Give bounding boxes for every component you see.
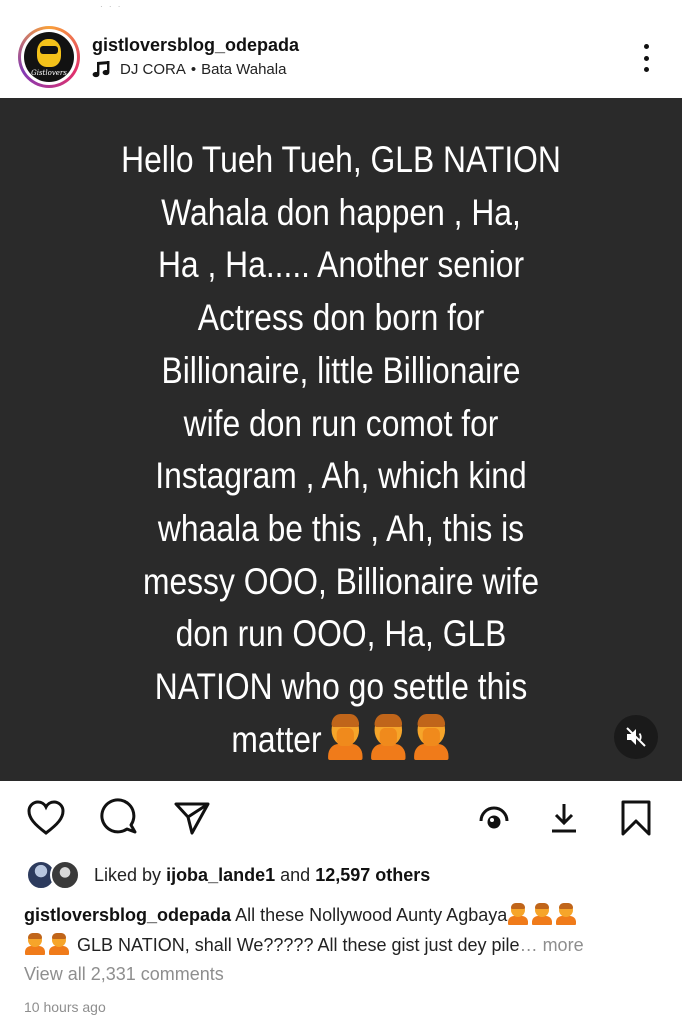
music-info[interactable]: DJ CORA • Bata Wahala: [92, 60, 286, 78]
speaker-muted-icon: [626, 727, 646, 747]
facepalm-emoji: [531, 903, 553, 925]
post-text-body: Hello Tueh Tueh, GLB NATION Wahala don h…: [121, 139, 561, 760]
facepalm-emoji: [327, 713, 365, 760]
story-ring[interactable]: Gistlovers: [18, 26, 80, 88]
facepalm-emoji: [413, 713, 451, 760]
caption-more-link[interactable]: … more: [520, 935, 584, 955]
post-caption: gistloversblog_odepada All these Nollywo…: [24, 900, 664, 960]
liker-avatars: [26, 858, 84, 892]
facepalm-emoji: [48, 933, 70, 955]
bookmark-icon[interactable]: [614, 796, 658, 840]
avatar-image: Gistlovers: [24, 32, 74, 82]
view-comments-link[interactable]: View all 2,331 comments: [24, 964, 224, 985]
likes-count[interactable]: 12,597 others: [315, 865, 430, 885]
more-dot: [643, 44, 649, 49]
avatar[interactable]: Gistlovers: [21, 29, 77, 85]
facepalm-emoji: [24, 933, 46, 955]
post-username[interactable]: gistloversblog_odepada: [92, 35, 299, 56]
download-icon[interactable]: [542, 796, 586, 840]
mute-icon[interactable]: [614, 715, 658, 759]
likes-middle: and: [280, 864, 311, 885]
liker-avatar: [50, 860, 80, 890]
caption-text-1: All these Nollywood Aunty Agbaya: [235, 905, 508, 925]
music-artist: DJ CORA: [120, 60, 186, 78]
avatar-brand: Gistlovers: [31, 69, 67, 77]
post-text: Hello Tueh Tueh, GLB NATION Wahala don h…: [48, 134, 635, 766]
more-dot: [643, 67, 649, 72]
post-header: Gistlovers gistloversblog_odepada DJ COR…: [0, 22, 682, 98]
more-dot: [643, 55, 649, 61]
heart-icon[interactable]: [24, 796, 68, 840]
facepalm-emoji: [555, 903, 577, 925]
likes-text: Liked by ijoba_lande1 and 12,597 others: [94, 865, 430, 886]
status-strip: · · ·: [0, 0, 682, 14]
share-icon[interactable]: [170, 796, 214, 840]
post-timestamp: 10 hours ago: [24, 999, 106, 1015]
music-title: Bata Wahala: [201, 60, 287, 78]
comment-icon[interactable]: [98, 796, 142, 840]
caption-text-2: GLB NATION, shall We????? All these gist…: [77, 935, 520, 955]
more-options-icon[interactable]: [634, 40, 658, 76]
facepalm-emoji: [370, 713, 408, 760]
music-note-icon: [92, 61, 110, 78]
view-icon[interactable]: [472, 796, 516, 840]
likes-row[interactable]: Liked by ijoba_lande1 and 12,597 others: [26, 858, 430, 892]
status-dots: · · ·: [100, 2, 123, 11]
likes-prefix: Liked by: [94, 864, 162, 885]
avatar-mask: [40, 46, 58, 54]
liker-username[interactable]: ijoba_lande1: [166, 865, 275, 885]
facepalm-emoji: [507, 903, 529, 925]
action-bar: [0, 796, 682, 842]
music-separator: •: [190, 60, 197, 78]
caption-username[interactable]: gistloversblog_odepada: [24, 905, 231, 925]
post-media[interactable]: Hello Tueh Tueh, GLB NATION Wahala don h…: [0, 98, 682, 781]
